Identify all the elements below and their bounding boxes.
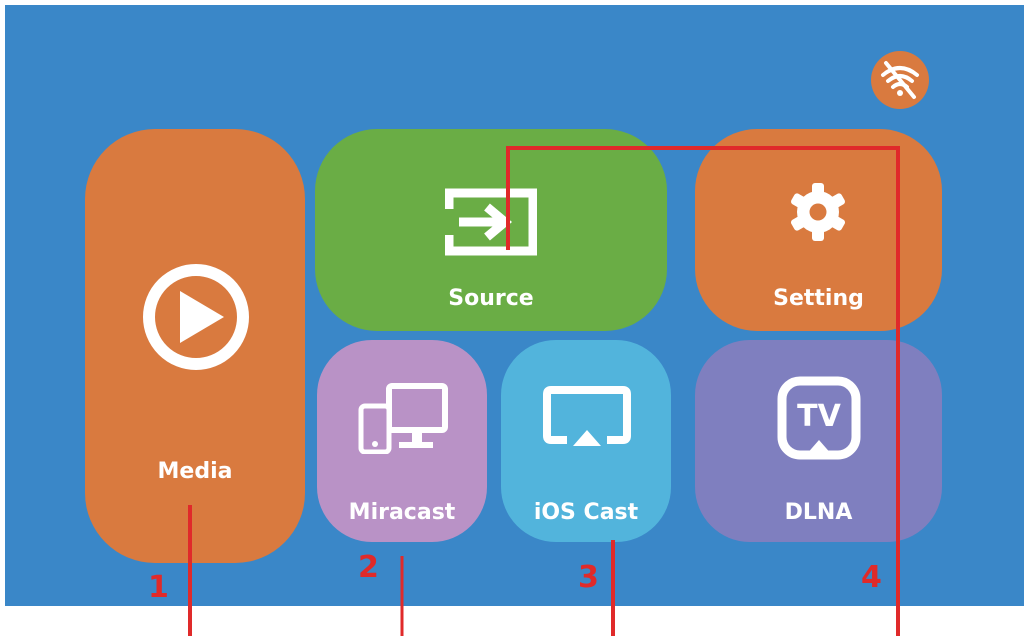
callout-lines [188, 146, 900, 636]
callout-line-4 [506, 146, 900, 636]
